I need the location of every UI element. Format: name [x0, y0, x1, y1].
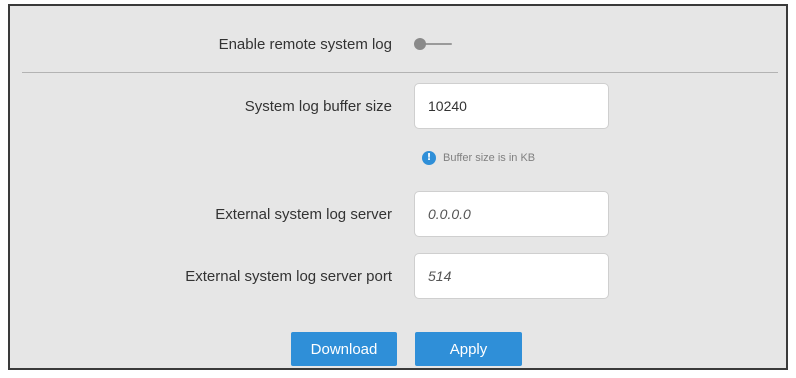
download-button[interactable]: Download: [291, 332, 397, 366]
apply-button[interactable]: Apply: [415, 332, 522, 366]
buffer-size-label: System log buffer size: [244, 98, 392, 115]
section-divider: [22, 72, 778, 73]
buffer-size-hint-text: Buffer size is in KB: [443, 152, 536, 164]
log-server-port-input[interactable]: [414, 253, 609, 299]
remote-log-label: Enable remote system log: [218, 36, 392, 53]
syslog-settings-panel: Enable remote system log System log buff…: [8, 4, 788, 370]
buffer-size-input[interactable]: [414, 83, 609, 129]
toggle-knob: [414, 38, 426, 50]
log-server-input[interactable]: [414, 191, 609, 237]
remote-log-toggle[interactable]: [414, 38, 454, 50]
buffer-size-hint: ! Buffer size is in KB: [422, 151, 535, 165]
log-server-label: External system log server: [215, 206, 392, 223]
info-icon: !: [422, 151, 436, 165]
log-server-port-label: External system log server port: [185, 268, 392, 285]
